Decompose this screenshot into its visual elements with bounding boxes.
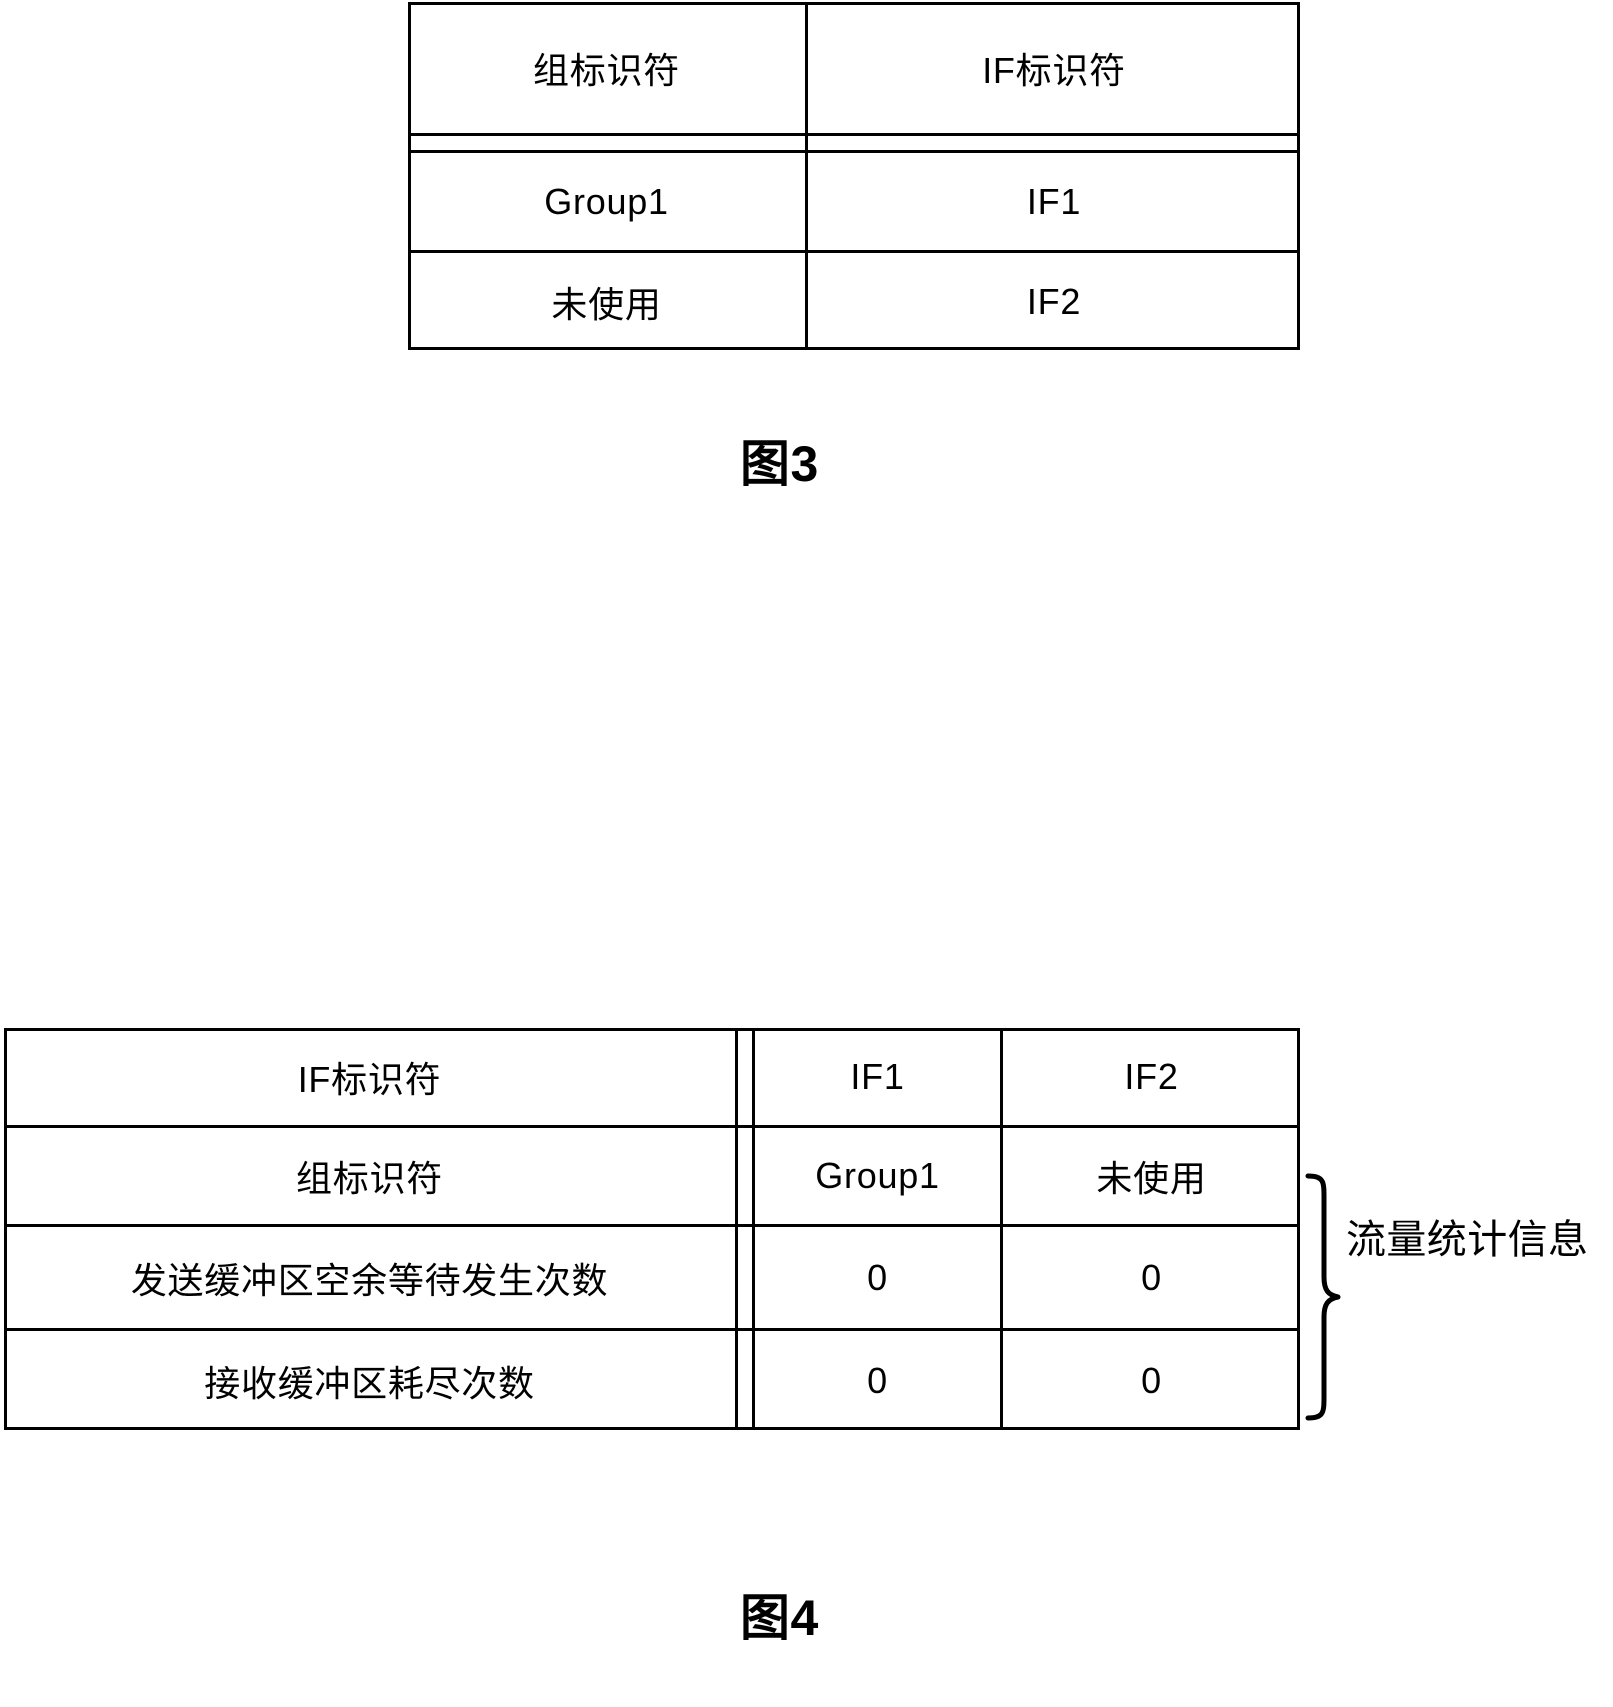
- table-cell: IF1: [808, 153, 1300, 250]
- label-if-identifier: IF标识符: [297, 1058, 442, 1100]
- header-group-identifier: 组标识符: [533, 49, 680, 91]
- table-cell: Group1: [408, 153, 805, 250]
- figure4-table: IF标识符 IF1 IF2 组标识符 Group1 未使用 发送缓冲区空余等待发…: [4, 1028, 1300, 1430]
- table-cell: 0: [755, 1227, 1000, 1328]
- cell-if1: IF1: [1026, 180, 1082, 222]
- table-cell: 未使用: [408, 253, 805, 350]
- cell-unused: 未使用: [1096, 1158, 1207, 1199]
- cell-receive-buffer-exhausted-if2: 0: [1141, 1359, 1162, 1401]
- table-cell: IF1: [755, 1028, 1000, 1125]
- table-row-label: 组标识符: [4, 1128, 735, 1224]
- figure3-table: 组标识符 IF标识符 Group1 IF1 未使用 IF2: [408, 2, 1300, 350]
- table-cell: 0: [1003, 1331, 1300, 1430]
- table-row-label: 发送缓冲区空余等待发生次数: [4, 1227, 735, 1328]
- cell-group1: Group1: [544, 180, 669, 222]
- label-receive-buffer-exhausted-count: 接收缓冲区耗尽次数: [204, 1362, 535, 1404]
- table-cell: 0: [1003, 1227, 1300, 1328]
- table-row-label: 接收缓冲区耗尽次数: [4, 1331, 735, 1430]
- cell-receive-buffer-exhausted-if1: 0: [867, 1359, 888, 1401]
- header-rule-upper: [408, 133, 1300, 136]
- cell-send-buffer-wait-if2: 0: [1141, 1256, 1162, 1298]
- cell-group1: Group1: [815, 1155, 940, 1196]
- table-row-label: IF标识符: [4, 1028, 735, 1125]
- table-cell: 未使用: [1003, 1128, 1300, 1224]
- cell-if2: IF2: [1026, 280, 1082, 322]
- cell-send-buffer-wait-if1: 0: [867, 1256, 888, 1298]
- header-if-identifier: IF标识符: [982, 49, 1126, 91]
- patent-figure-page: 组标识符 IF标识符 Group1 IF1 未使用 IF2 图3 IF标识符 I…: [0, 0, 1613, 1707]
- label-send-buffer-wait-count: 发送缓冲区空余等待发生次数: [130, 1259, 609, 1301]
- figure4-caption: 图4: [740, 1590, 819, 1646]
- table-header-cell: 组标识符: [408, 2, 805, 133]
- column-divider-double-left: [735, 1028, 738, 1430]
- table-cell: Group1: [755, 1128, 1000, 1224]
- table-cell: IF2: [808, 253, 1300, 350]
- cell-if1: IF1: [850, 1055, 905, 1097]
- figure3-caption: 图3: [740, 436, 819, 492]
- table-cell: 0: [755, 1331, 1000, 1430]
- cell-unused: 未使用: [551, 283, 662, 325]
- curly-brace-icon: [1305, 1173, 1341, 1421]
- table-header-cell: IF标识符: [808, 2, 1300, 133]
- table-cell: IF2: [1003, 1028, 1300, 1125]
- brace-label-text: 流量统计信息: [1346, 1218, 1589, 1262]
- cell-if2: IF2: [1124, 1055, 1179, 1097]
- label-group-identifier: 组标识符: [296, 1158, 443, 1199]
- traffic-statistics-annotation: 流量统计信息: [1302, 1172, 1613, 1422]
